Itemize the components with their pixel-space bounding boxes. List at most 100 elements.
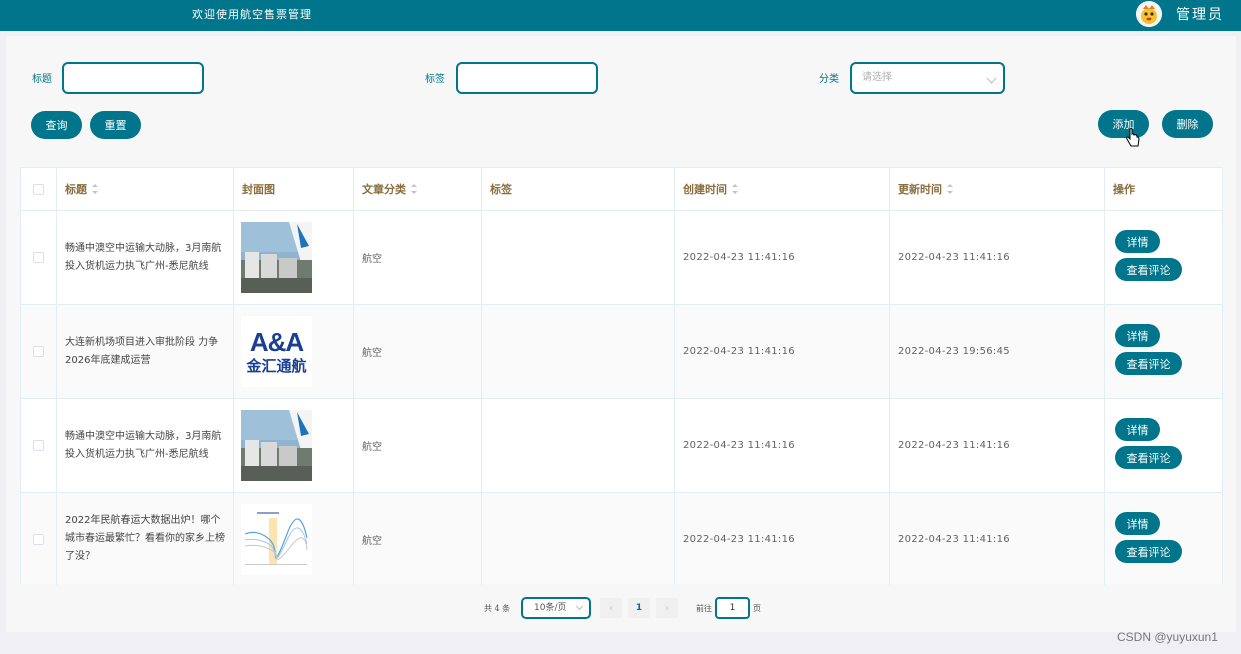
tag-input[interactable] xyxy=(456,62,598,94)
hand-cursor-icon xyxy=(1126,128,1140,147)
row-category: 航空 xyxy=(354,211,482,304)
row-category: 航空 xyxy=(354,493,482,585)
category-label: 分类 xyxy=(819,74,839,85)
row-updated-time: 2022-04-23 19:56:45 xyxy=(890,305,1105,398)
chevron-down-icon xyxy=(986,73,997,84)
table-row: 畅通中澳空中运输大动脉，3月南航投入货机运力执飞广州-悉尼航线 航空 2022-… xyxy=(21,398,1222,492)
row-checkbox[interactable] xyxy=(33,346,44,357)
row-category: 航空 xyxy=(354,305,482,398)
next-page-button[interactable]: › xyxy=(656,598,678,618)
watermark: CSDN @yuyuxun1 xyxy=(1117,630,1218,644)
column-header-title[interactable]: 标题 xyxy=(57,168,234,210)
column-header-updated[interactable]: 更新时间 xyxy=(890,168,1105,210)
row-actions: 详情 查看评论 xyxy=(1105,305,1222,398)
avatar-icon[interactable] xyxy=(1136,1,1162,27)
view-comments-button[interactable]: 查看评论 xyxy=(1115,540,1182,563)
row-cover-cell xyxy=(234,399,354,492)
site-title: 欢迎使用航空售票管理 xyxy=(192,8,312,21)
detail-button[interactable]: 详情 xyxy=(1115,512,1160,535)
column-category-label: 文章分类 xyxy=(362,183,406,196)
column-header-cover: 封面图 xyxy=(234,168,354,210)
logo-text-primary: A&A xyxy=(249,326,304,357)
top-header: 欢迎使用航空售票管理 管理员 xyxy=(0,0,1241,31)
column-header-tag: 标签 xyxy=(482,168,675,210)
detail-button[interactable]: 详情 xyxy=(1115,324,1160,347)
row-select-cell xyxy=(21,399,57,492)
cover-image[interactable] xyxy=(241,222,312,293)
row-checkbox[interactable] xyxy=(33,252,44,263)
cover-image[interactable] xyxy=(241,410,312,481)
cover-image[interactable]: A&A 金汇通航 xyxy=(241,316,312,387)
title-label: 标题 xyxy=(32,74,52,85)
row-checkbox[interactable] xyxy=(33,533,44,545)
row-updated-time: 2022-04-23 11:41:16 xyxy=(890,493,1105,585)
column-header-created[interactable]: 创建时间 xyxy=(675,168,890,210)
column-tag-label: 标签 xyxy=(490,183,512,196)
view-comments-button[interactable]: 查看评论 xyxy=(1115,352,1182,375)
page-size-value: 10条/页 xyxy=(534,603,567,613)
add-button[interactable]: 添加 xyxy=(1098,110,1149,138)
page-suffix: 页 xyxy=(753,604,761,613)
row-cover-cell xyxy=(234,493,354,585)
chevron-down-icon xyxy=(575,602,584,611)
row-actions: 详情 查看评论 xyxy=(1105,493,1222,585)
goto-page-input[interactable]: 1 xyxy=(715,597,750,619)
row-tag xyxy=(482,211,675,304)
detail-button[interactable]: 详情 xyxy=(1115,230,1160,253)
row-tag xyxy=(482,305,675,398)
category-placeholder: 请选择 xyxy=(862,72,892,83)
column-header-category[interactable]: 文章分类 xyxy=(354,168,482,210)
prev-page-button[interactable]: ‹ xyxy=(600,598,622,618)
delete-button[interactable]: 删除 xyxy=(1162,110,1213,138)
row-tag xyxy=(482,399,675,492)
row-created-time: 2022-04-23 11:41:16 xyxy=(675,493,890,585)
row-category: 航空 xyxy=(354,399,482,492)
row-title: 畅通中澳空中运输大动脉，3月南航投入货机运力执飞广州-悉尼航线 xyxy=(57,211,234,304)
title-input[interactable] xyxy=(62,62,204,94)
row-created-time: 2022-04-23 11:41:16 xyxy=(675,399,890,492)
logo-text-secondary: 金汇通航 xyxy=(246,356,307,375)
column-cover-label: 封面图 xyxy=(242,183,275,196)
row-checkbox[interactable] xyxy=(33,440,44,451)
column-created-label: 创建时间 xyxy=(683,183,727,196)
row-title: 大连新机场项目进入审批阶段 力争2026年底建成运营 xyxy=(57,305,234,398)
reset-button[interactable]: 重置 xyxy=(90,111,141,139)
select-all-checkbox[interactable] xyxy=(33,183,44,195)
table-row: 大连新机场项目进入审批阶段 力争2026年底建成运营 A&A 金汇通航 航空 2… xyxy=(21,304,1222,398)
row-select-cell xyxy=(21,493,57,585)
chevron-left-icon: ‹ xyxy=(609,602,613,614)
sort-icon[interactable] xyxy=(732,184,738,194)
table-row: 畅通中澳空中运输大动脉，3月南航投入货机运力执飞广州-悉尼航线 航空 2022-… xyxy=(21,210,1222,304)
row-cover-cell: A&A 金汇通航 xyxy=(234,305,354,398)
row-title: 畅通中澳空中运输大动脉，3月南航投入货机运力执飞广州-悉尼航线 xyxy=(57,399,234,492)
row-cover-cell xyxy=(234,211,354,304)
row-created-time: 2022-04-23 11:41:16 xyxy=(675,211,890,304)
detail-button[interactable]: 详情 xyxy=(1115,418,1160,441)
query-button[interactable]: 查询 xyxy=(31,111,82,139)
table-row: 2022年民航春运大数据出炉！哪个城市春运最繁忙？看看你的家乡上榜了没？ 航空 … xyxy=(21,492,1222,585)
view-comments-button[interactable]: 查看评论 xyxy=(1115,446,1182,469)
column-updated-label: 更新时间 xyxy=(898,183,942,196)
cover-image[interactable] xyxy=(241,503,312,575)
chevron-right-icon: › xyxy=(665,602,669,614)
pagination-total: 共 4 条 xyxy=(484,604,511,613)
goto-label: 前往 xyxy=(696,604,712,613)
sort-icon[interactable] xyxy=(947,184,953,194)
view-comments-button[interactable]: 查看评论 xyxy=(1115,258,1182,281)
sort-icon[interactable] xyxy=(411,184,417,194)
row-updated-time: 2022-04-23 11:41:16 xyxy=(890,399,1105,492)
row-title: 2022年民航春运大数据出炉！哪个城市春运最繁忙？看看你的家乡上榜了没？ xyxy=(57,493,234,585)
row-actions: 详情 查看评论 xyxy=(1105,211,1222,304)
tag-label: 标签 xyxy=(425,74,445,85)
category-select[interactable]: 请选择 xyxy=(850,62,1005,94)
column-title-label: 标题 xyxy=(65,183,87,196)
column-header-actions: 操作 xyxy=(1105,168,1222,210)
row-updated-time: 2022-04-23 11:41:16 xyxy=(890,211,1105,304)
page-number-1[interactable]: 1 xyxy=(628,598,650,618)
articles-table: 标题 封面图 文章分类 标签 创建时间 更新时间 操作 畅通中澳空中运输大动脉，… xyxy=(20,167,1223,585)
row-select-cell xyxy=(21,211,57,304)
page-size-select[interactable]: 10条/页 xyxy=(521,597,591,619)
row-created-time: 2022-04-23 11:41:16 xyxy=(675,305,890,398)
sort-icon[interactable] xyxy=(92,184,98,194)
user-name[interactable]: 管理员 xyxy=(1176,4,1224,24)
